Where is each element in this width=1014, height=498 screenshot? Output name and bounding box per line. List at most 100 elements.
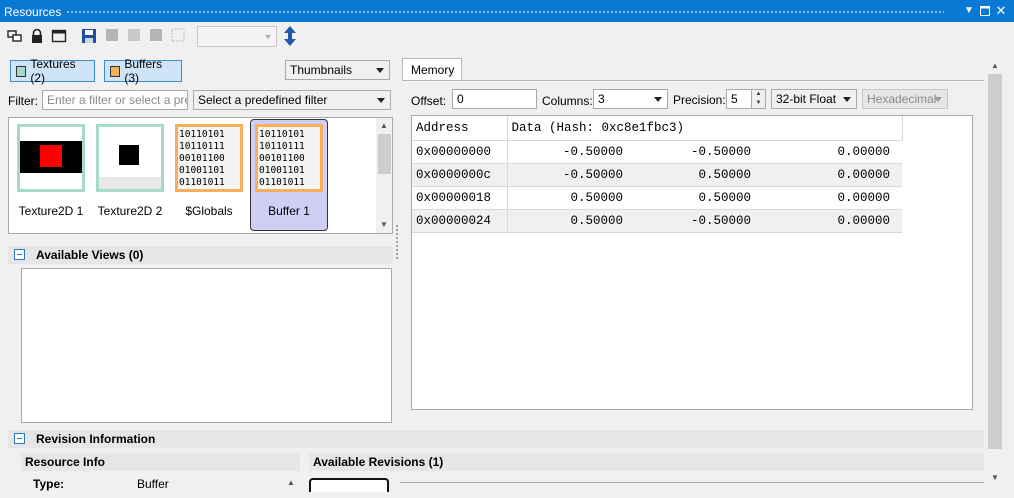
available-views-list xyxy=(21,268,392,423)
window-icon[interactable] xyxy=(51,28,67,44)
save-icon[interactable] xyxy=(81,28,97,44)
predefined-filter-select[interactable]: Select a predefined filter xyxy=(193,90,391,110)
resource-thumb-buffer-1[interactable]: 10110101 10110111 00101100 01001101 0110… xyxy=(250,119,328,231)
columns-select[interactable]: 3 xyxy=(593,89,668,109)
resource-thumbnails: Texture2D 1 Texture2D 2 10110101 1011011… xyxy=(8,117,393,234)
type-key: Type: xyxy=(33,477,65,491)
memory-grid: Address Data (Hash: 0xc8e1fbc3) 0x000000… xyxy=(411,115,973,410)
resource-name: Buffer 1 xyxy=(268,204,310,218)
link-windows-icon[interactable] xyxy=(7,28,23,44)
resource-name: $Globals xyxy=(185,204,233,218)
row-value: -0.50000 xyxy=(507,163,635,187)
close-icon[interactable]: ✕ xyxy=(994,4,1008,18)
row-value: 0.00000 xyxy=(763,163,902,187)
row-value: 0.50000 xyxy=(507,186,635,210)
table-header-row: Address Data (Hash: 0xc8e1fbc3) xyxy=(412,116,903,141)
row-value: 0.50000 xyxy=(635,163,763,187)
texture-preview xyxy=(17,124,85,192)
copy-icon[interactable] xyxy=(127,28,143,44)
textures-filter-label: Textures (2) xyxy=(30,57,76,85)
data-column-header: Data (Hash: 0xc8e1fbc3) xyxy=(507,116,903,141)
panel-scrollbar[interactable]: ▲ ▼ xyxy=(987,58,1003,488)
row-value: -0.50000 xyxy=(635,209,763,233)
paste-icon[interactable] xyxy=(149,28,165,44)
number-format-select[interactable]: 32-bit Float xyxy=(771,89,857,109)
filter-label: Filter: xyxy=(8,94,38,108)
tab-strip-divider xyxy=(402,80,984,81)
type-value: Buffer xyxy=(137,477,169,491)
textures-swatch xyxy=(16,65,27,77)
scrollbar-thumb[interactable] xyxy=(378,134,391,174)
collapse-icon[interactable] xyxy=(14,433,25,444)
buffer-preview: 10110101 10110111 00101100 01001101 0110… xyxy=(255,124,323,192)
splitter-grip[interactable] xyxy=(395,224,399,260)
buffers-filter-label: Buffers (3) xyxy=(124,57,163,85)
offset-label: Offset: xyxy=(411,94,447,108)
buffers-filter-button[interactable]: Buffers (3) xyxy=(104,57,182,85)
resource-thumb-globals[interactable]: 10110101 10110111 00101100 01001101 0110… xyxy=(171,120,247,230)
lock-icon[interactable] xyxy=(29,28,45,44)
resource-thumb-texture2d-2[interactable]: Texture2D 2 xyxy=(92,120,168,230)
resource-name: Texture2D 2 xyxy=(97,204,163,218)
precision-label: Precision: xyxy=(673,93,726,107)
scroll-up-icon[interactable]: ▲ xyxy=(287,478,295,487)
window-title: Resources xyxy=(4,5,62,19)
revisions-divider xyxy=(400,482,984,483)
table-row[interactable]: 0x00000000 -0.50000 -0.50000 0.00000 xyxy=(412,140,902,164)
toolbar xyxy=(0,22,1014,50)
export-icon[interactable] xyxy=(105,28,121,44)
row-address: 0x00000000 xyxy=(412,140,508,164)
texture-preview xyxy=(96,124,164,192)
available-views-title: Available Views (0) xyxy=(36,248,144,262)
tab-memory[interactable]: Memory xyxy=(402,58,462,80)
revision-item[interactable] xyxy=(309,478,389,492)
row-value: 0.50000 xyxy=(635,186,763,210)
revision-info-header[interactable]: Revision Information xyxy=(8,430,984,448)
stepper-arrows-icon[interactable]: ▲ ▼ xyxy=(751,90,765,108)
collapse-icon[interactable] xyxy=(14,249,25,260)
resource-thumb-texture2d-1[interactable]: Texture2D 1 xyxy=(13,120,89,230)
offset-input[interactable]: 0 xyxy=(452,89,537,109)
view-mode-select[interactable]: Thumbnails xyxy=(285,60,390,80)
scroll-down-icon[interactable]: ▼ xyxy=(991,474,999,482)
row-value: 0.00000 xyxy=(763,140,902,164)
maximize-icon[interactable] xyxy=(978,4,992,18)
resource-info-header: Resource Info xyxy=(21,453,300,471)
table-row[interactable]: 0x0000000c -0.50000 0.50000 0.00000 xyxy=(412,163,902,187)
row-value: 0.00000 xyxy=(763,186,902,210)
table-row[interactable]: 0x00000018 0.50000 0.50000 0.00000 xyxy=(412,186,902,210)
columns-label: Columns: xyxy=(542,94,593,108)
buffers-swatch xyxy=(110,65,121,77)
row-address: 0x0000000c xyxy=(412,163,508,187)
window-title-bar: Resources ▼ ✕ xyxy=(0,0,1014,22)
available-views-header[interactable]: Available Views (0) xyxy=(8,246,393,264)
row-value: -0.50000 xyxy=(507,140,635,164)
up-down-arrows-icon[interactable] xyxy=(283,26,299,46)
textures-filter-button[interactable]: Textures (2) xyxy=(10,57,95,85)
title-bar-grip xyxy=(66,10,944,14)
memory-table: Address Data (Hash: 0xc8e1fbc3) 0x000000… xyxy=(412,116,903,233)
row-address: 0x00000024 xyxy=(412,209,508,233)
scroll-up-icon[interactable]: ▲ xyxy=(380,122,388,130)
table-row[interactable]: 0x00000024 0.50000 -0.50000 0.00000 xyxy=(412,209,902,233)
revision-info-title: Revision Information xyxy=(36,432,156,446)
scroll-down-icon[interactable]: ▼ xyxy=(380,221,388,229)
precision-stepper[interactable]: 5 ▲ ▼ xyxy=(726,89,766,109)
toolbar-combo[interactable] xyxy=(197,26,277,47)
row-address: 0x00000018 xyxy=(412,186,508,210)
thumbnails-scrollbar[interactable]: ▲ ▼ xyxy=(376,118,392,233)
row-value: 0.00000 xyxy=(763,209,902,233)
row-value: -0.50000 xyxy=(635,140,763,164)
scroll-up-icon[interactable]: ▲ xyxy=(991,62,999,70)
precision-value: 5 xyxy=(731,92,738,106)
row-value: 0.50000 xyxy=(507,209,635,233)
grid-icon[interactable] xyxy=(171,28,187,44)
filter-input[interactable]: Enter a filter or select a predefined fi… xyxy=(42,90,188,110)
dropdown-icon[interactable]: ▼ xyxy=(962,4,976,18)
buffer-preview: 10110101 10110111 00101100 01001101 0110… xyxy=(175,124,243,192)
hex-mode-select: Hexadecimal xyxy=(862,89,948,109)
resource-name: Texture2D 1 xyxy=(18,204,84,218)
available-revisions-header: Available Revisions (1) xyxy=(309,453,984,471)
scrollbar-thumb[interactable] xyxy=(988,74,1002,449)
address-column-header: Address xyxy=(412,116,508,141)
